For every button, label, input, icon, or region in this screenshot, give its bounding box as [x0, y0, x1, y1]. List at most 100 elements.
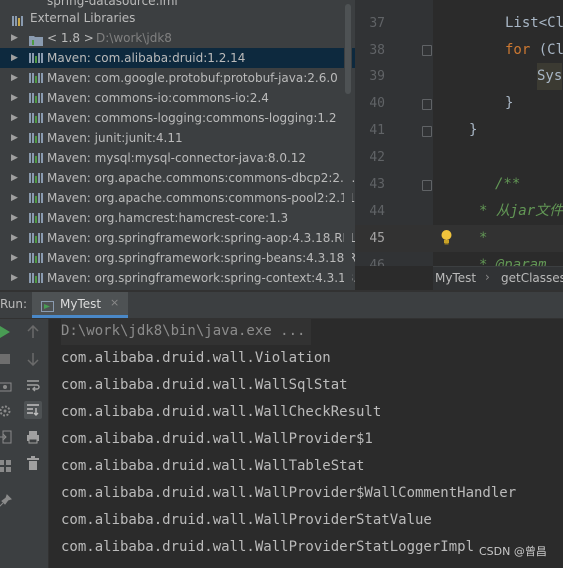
maven-library-icon [29, 253, 43, 263]
line-number: 43 [369, 177, 385, 192]
fold-marker-icon[interactable] [422, 45, 432, 56]
tree-row-library[interactable]: ▶ Maven: org.springframework:spring-beans… [0, 248, 355, 268]
maven-library-icon [29, 233, 43, 243]
scroll-to-end-icon[interactable] [24, 401, 42, 419]
tree-row-library[interactable]: ▶ Maven: org.springframework:spring-aop:4… [0, 228, 355, 248]
library-label: Maven: com.alibaba:druid:1.2.14 [47, 51, 246, 65]
expand-arrow-icon[interactable]: ▶ [11, 148, 18, 168]
run-left-toolbar [0, 319, 17, 568]
expand-arrow-icon[interactable]: ▶ [11, 228, 18, 248]
breadcrumb-method[interactable]: getClassesF [501, 271, 563, 285]
tree-row-library[interactable]: ▶ Maven: org.hamcrest:hamcrest-core:1.3 [0, 208, 355, 228]
maven-library-icon [29, 153, 43, 163]
run-right-toolbar [17, 319, 49, 568]
settings-icon[interactable] [0, 403, 13, 419]
console-line: com.alibaba.druid.wall.WallTableStat [61, 458, 365, 474]
library-label: Maven: junit:junit:4.11 [47, 131, 183, 145]
down-arrow-icon[interactable] [25, 351, 41, 367]
maven-library-icon [29, 193, 43, 203]
stop-icon[interactable] [0, 351, 13, 367]
maven-library-icon [29, 273, 43, 283]
expand-arrow-icon[interactable]: ▶ [11, 268, 18, 288]
soft-wrap-icon[interactable] [25, 377, 41, 393]
maven-library-icon [29, 53, 43, 63]
tab-label: MyTest [60, 297, 102, 311]
library-label: Maven: org.springframework:spring-beans:… [47, 251, 355, 265]
project-scrollbar-thumb[interactable] [345, 4, 351, 94]
library-label: Maven: mysql:mysql-connector-java:8.0.12 [47, 151, 307, 165]
tree-row-library[interactable]: ▶ Maven: com.google.protobuf:protobuf-jav… [0, 68, 355, 88]
pin-icon[interactable] [0, 493, 13, 509]
run-icon[interactable] [0, 324, 13, 340]
code-line-43: /** [495, 176, 521, 192]
maven-library-icon [29, 93, 43, 103]
close-icon[interactable]: × [110, 296, 119, 309]
print-icon[interactable] [25, 429, 41, 445]
expand-arrow-icon[interactable]: ▶ [11, 208, 18, 228]
line-number: 42 [369, 150, 385, 165]
console-line: com.alibaba.druid.wall.Violation [61, 350, 331, 366]
breadcrumb-separator: › [485, 270, 490, 284]
library-label: Maven: org.hamcrest:hamcrest-core:1.3 [47, 211, 289, 225]
keyword-for: for [505, 42, 531, 58]
library-label: Maven: commons-logging:commons-logging:1… [47, 111, 337, 125]
line-number: 41 [369, 123, 385, 138]
expand-arrow-icon[interactable]: ▶ [11, 248, 18, 268]
layout-icon[interactable] [0, 458, 13, 474]
expand-arrow-icon[interactable]: ▶ [11, 108, 18, 128]
library-label: Maven: org.apache.commons:commons-dbcp2:… [47, 171, 355, 185]
code-line-38-rest: (Cl [530, 42, 563, 58]
tree-row-jdk[interactable]: ▶ < 1.8 > D:\work\jdk8 [0, 28, 355, 48]
login-icon[interactable] [0, 429, 13, 445]
code-line-45: * [479, 230, 488, 246]
console-line: com.alibaba.druid.wall.WallCheckResult [61, 404, 382, 420]
fold-marker-icon[interactable] [422, 126, 432, 137]
line-number: 44 [369, 204, 385, 219]
run-label: Run: [0, 297, 28, 311]
maven-library-icon [29, 73, 43, 83]
camera-icon[interactable] [0, 378, 13, 394]
line-number: 46 [369, 258, 385, 266]
console-line: com.alibaba.druid.wall.WallProviderStatL… [61, 539, 475, 555]
tree-row-library[interactable]: ▶ Maven: commons-logging:commons-logging:… [0, 108, 355, 128]
tree-row-library[interactable]: ▶ Maven: org.springframework:spring-conte… [0, 268, 355, 288]
expand-arrow-icon[interactable]: ▶ [11, 188, 18, 208]
expand-arrow-icon[interactable]: ▶ [11, 68, 18, 88]
maven-library-icon [29, 173, 43, 183]
run-config-icon [41, 298, 54, 312]
expand-arrow-icon[interactable]: ▶ [11, 88, 18, 108]
watermark: CSDN @曾昌 [479, 545, 547, 558]
line-number-current: 45 [369, 231, 385, 246]
tree-row-external-libraries[interactable]: External Libraries [0, 8, 355, 28]
code-line-37: List<Cl [505, 15, 563, 31]
line-number: 39 [369, 69, 385, 84]
fold-marker-icon[interactable] [422, 180, 432, 191]
console-line: com.alibaba.druid.wall.WallSqlStat [61, 377, 348, 393]
expand-arrow-icon[interactable]: ▶ [11, 128, 18, 148]
trash-icon[interactable] [25, 455, 41, 471]
line-number: 38 [369, 43, 385, 58]
code-line-41: } [469, 122, 478, 138]
expand-arrow-icon[interactable]: ▶ [11, 168, 18, 188]
maven-library-icon [29, 213, 43, 223]
library-label: Maven: org.springframework:spring-contex… [47, 271, 355, 285]
expand-arrow-icon[interactable]: ▶ [11, 28, 18, 48]
code-line-38: for (Cl [505, 37, 563, 64]
fold-marker-icon[interactable] [422, 99, 432, 110]
jdk-version: < 1.8 > [47, 31, 94, 45]
tree-row-library[interactable]: ▶ Maven: org.apache.commons:commons-pool2… [0, 188, 355, 208]
up-arrow-icon[interactable] [25, 324, 41, 340]
external-libraries-label: External Libraries [30, 11, 136, 25]
code-line-40: } [505, 95, 514, 111]
breadcrumb-class[interactable]: MyTest [435, 271, 476, 285]
tree-row-library[interactable]: ▶ Maven: mysql:mysql-connector-java:8.0.1… [0, 148, 355, 168]
library-label: Maven: org.springframework:spring-aop:4.… [47, 231, 355, 245]
tree-row-library[interactable]: ▶ Maven: commons-io:commons-io:2.4 [0, 88, 355, 108]
tree-row-library[interactable]: ▶ Maven: org.apache.commons:commons-dbcp2… [0, 168, 355, 188]
tree-row-library[interactable]: ▶ Maven: com.alibaba:druid:1.2.14 [0, 48, 355, 68]
code-line-44: * 从jar文件 [479, 203, 563, 219]
expand-arrow-icon[interactable]: ▶ [11, 48, 18, 68]
maven-library-icon [29, 113, 43, 123]
library-label: Maven: org.apache.commons:commons-pool2:… [47, 191, 355, 205]
tree-row-library[interactable]: ▶ Maven: junit:junit:4.11 [0, 128, 355, 148]
